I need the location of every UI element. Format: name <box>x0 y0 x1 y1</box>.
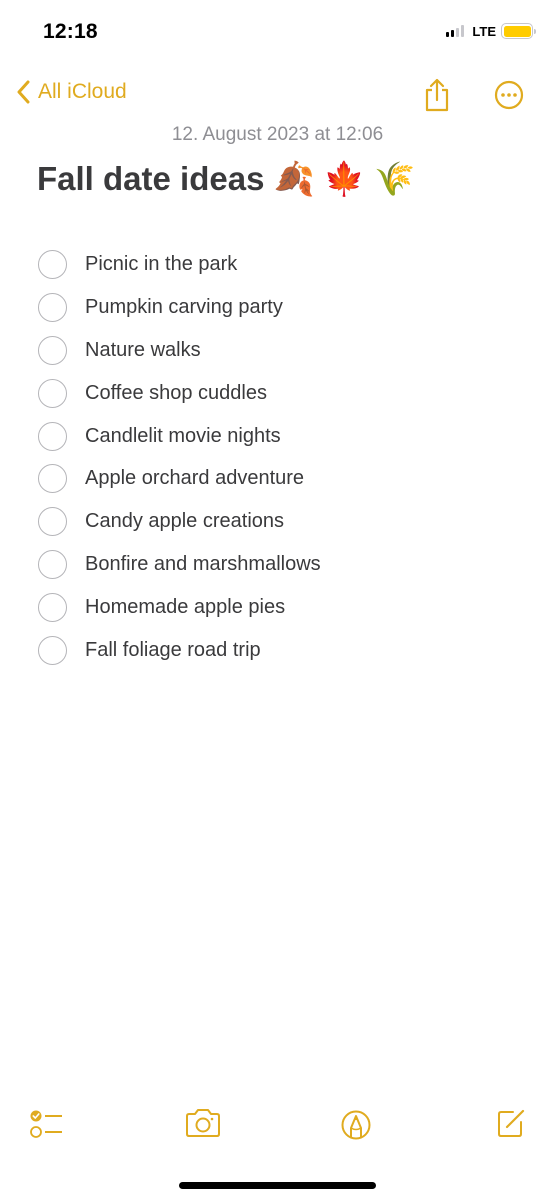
markup-icon <box>340 1110 372 1145</box>
checklist-item: Fall foliage road trip <box>38 629 321 672</box>
checkbox[interactable] <box>38 292 67 322</box>
checklist-item-label[interactable]: Candy apple creations <box>85 510 284 533</box>
checklist-item: Homemade apple pies <box>38 586 321 629</box>
checkbox[interactable] <box>38 550 67 580</box>
checklist-item-label[interactable]: Nature walks <box>85 339 201 362</box>
checklist-item: Coffee shop cuddles <box>38 372 321 415</box>
checklist: Picnic in the park Pumpkin carving party… <box>38 243 321 672</box>
camera-icon <box>184 1109 222 1142</box>
checklist-item: Nature walks <box>38 329 321 372</box>
back-label: All iCloud <box>38 80 127 103</box>
checklist-item-label[interactable]: Apple orchard adventure <box>85 467 304 490</box>
more-button[interactable] <box>494 80 524 115</box>
checklist-item-label[interactable]: Candlelit movie nights <box>85 425 281 448</box>
back-button[interactable]: All iCloud <box>16 80 127 104</box>
home-indicator[interactable] <box>179 1182 376 1189</box>
checkbox[interactable] <box>38 421 67 451</box>
compose-icon <box>495 1109 527 1143</box>
checkbox[interactable] <box>38 507 67 537</box>
status-indicators: LTE <box>446 23 536 39</box>
checklist-item: Candlelit movie nights <box>38 415 321 458</box>
nav-bar: All iCloud <box>0 70 555 120</box>
signal-icon <box>446 25 465 37</box>
checklist-item: Picnic in the park <box>38 243 321 286</box>
chevron-left-icon <box>16 80 30 104</box>
network-type: LTE <box>472 23 496 39</box>
checkbox[interactable] <box>38 593 67 623</box>
checklist-item-label[interactable]: Pumpkin carving party <box>85 296 283 319</box>
checkbox[interactable] <box>38 378 67 408</box>
checklist-item-label[interactable]: Coffee shop cuddles <box>85 382 267 405</box>
checklist-item: Candy apple creations <box>38 500 321 543</box>
checklist-item-label[interactable]: Bonfire and marshmallows <box>85 553 321 576</box>
checklist-item: Pumpkin carving party <box>38 286 321 329</box>
camera-button[interactable] <box>184 1108 222 1143</box>
status-time: 12:18 <box>43 20 98 43</box>
battery-icon <box>501 23 536 39</box>
compose-button[interactable] <box>495 1107 527 1144</box>
markup-button[interactable] <box>340 1109 372 1146</box>
checkbox[interactable] <box>38 249 67 279</box>
checklist-item: Apple orchard adventure <box>38 457 321 500</box>
ellipsis-circle-icon <box>494 80 524 114</box>
status-bar: 12:18 LTE <box>0 0 555 66</box>
checklist-item-label[interactable]: Homemade apple pies <box>85 596 285 619</box>
bottom-toolbar <box>0 1105 555 1150</box>
checkbox[interactable] <box>38 335 67 365</box>
checklist-item: Bonfire and marshmallows <box>38 543 321 586</box>
note-date: 12. August 2023 at 12:06 <box>171 124 384 145</box>
checklist-item-label[interactable]: Fall foliage road trip <box>85 639 261 662</box>
note-title[interactable]: Fall date ideas 🍂 🍁 🌾 <box>37 160 415 199</box>
share-button[interactable] <box>422 78 452 117</box>
checklist-item-label[interactable]: Picnic in the park <box>85 253 237 276</box>
checkbox[interactable] <box>38 635 67 665</box>
checklist-button[interactable] <box>28 1108 64 1143</box>
checklist-icon <box>28 1110 64 1142</box>
share-icon <box>422 78 452 116</box>
checkbox[interactable] <box>38 464 67 494</box>
